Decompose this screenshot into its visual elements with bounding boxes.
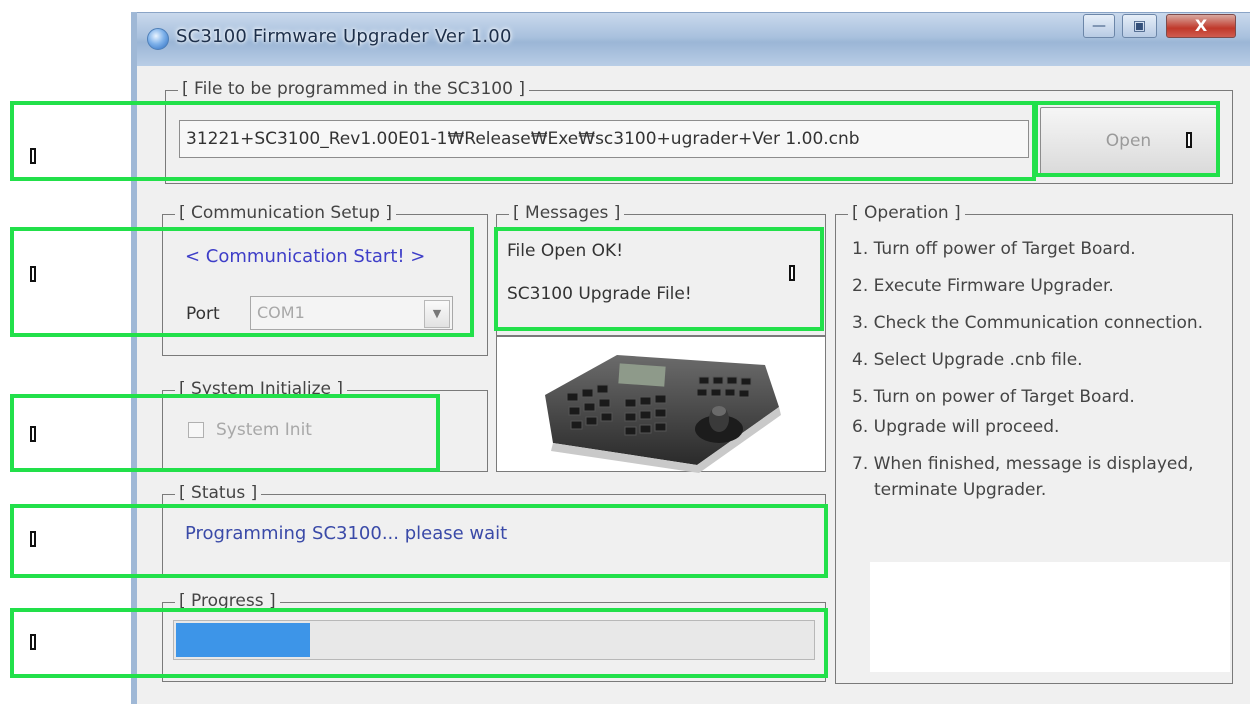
window-title: SC3100 Firmware Upgrader Ver 1.00 (176, 26, 512, 47)
marker-icon (30, 634, 36, 650)
highlight-box-communication (10, 227, 474, 337)
keyboard-controller-illustration (545, 355, 781, 473)
operation-step: 5. Turn on power of Target Board. (852, 387, 1135, 407)
status-group-title: [ Status ] (175, 483, 262, 503)
keyboard-controller-image (496, 336, 826, 473)
highlight-box-messages (494, 227, 824, 331)
file-group-title: [ File to be programmed in the SC3100 ] (178, 79, 529, 99)
operation-output-area (870, 562, 1230, 672)
marker-icon (789, 265, 795, 281)
operation-step: 3. Check the Communication connection. (852, 313, 1204, 333)
close-button[interactable]: X (1166, 14, 1236, 38)
operation-step: 1. Turn off power of Target Board. (852, 239, 1136, 259)
highlight-box-open (1034, 101, 1220, 177)
communication-group-title: [ Communication Setup ] (175, 203, 396, 223)
app-icon (147, 28, 169, 50)
marker-icon (30, 266, 36, 282)
messages-group-title: [ Messages ] (509, 203, 625, 223)
operation-steps-list: 1. Turn off power of Target Board. 2. Ex… (852, 236, 1222, 514)
minimize-button[interactable]: — (1083, 14, 1115, 38)
operation-step: 2. Execute Firmware Upgrader. (852, 276, 1114, 296)
marker-icon (30, 531, 36, 547)
operation-step: 6. Upgrade will proceed. (852, 417, 1060, 437)
highlight-box-status (10, 504, 828, 578)
marker-icon (30, 148, 36, 164)
marker-icon (1186, 132, 1192, 148)
highlight-box-progress (10, 608, 828, 678)
operation-step: 7. When finished, message is displayed, … (852, 454, 1194, 500)
operation-group-title: [ Operation ] (848, 203, 965, 223)
highlight-box-system-init (10, 394, 440, 472)
maximize-button[interactable]: ▣ (1122, 14, 1157, 38)
operation-step: 4. Select Upgrade .cnb file. (852, 350, 1083, 370)
marker-icon (30, 426, 36, 442)
highlight-box-file (10, 101, 1036, 181)
